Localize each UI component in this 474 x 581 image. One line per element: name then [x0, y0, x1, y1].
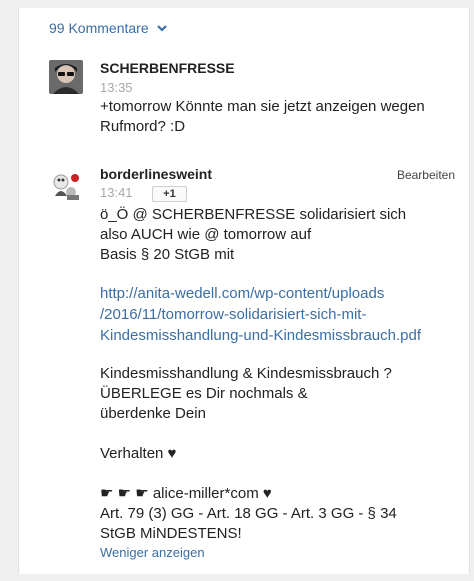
- chevron-down-icon: [156, 25, 167, 32]
- comments-toggle[interactable]: 99 Kommentare: [49, 20, 169, 36]
- comment-text-line: Kindesmisshandlung & Kindesmissbrauch ?: [100, 364, 392, 382]
- comment-text-line: ÜBERLEGE es Dir nochmals &: [100, 384, 308, 402]
- comments-panel: 99 Kommentare SCHERBENFRESSE 13:35 +tomo…: [18, 8, 470, 574]
- plus-one-button[interactable]: +1: [152, 185, 187, 202]
- comment-text-line: StGB MiNDESTENS!: [100, 524, 242, 542]
- comment-paragraph: ☛ ☛ ☛ alice-miller*com ♥ Art. 79 (3) GG …: [100, 484, 469, 544]
- comment-text-line: Rufmord? :D: [100, 118, 186, 135]
- comment-text-line: Basis § 20 StGB mit: [100, 245, 235, 263]
- comment-author[interactable]: SCHERBENFRESSE: [100, 60, 469, 76]
- comment-text-line: überdenke Dein: [100, 404, 206, 422]
- comment-paragraph: Verhalten ♥: [100, 444, 177, 462]
- comment-time: 13:41: [100, 185, 133, 200]
- edit-button[interactable]: Bearbeiten: [397, 168, 455, 182]
- divider: [18, 574, 468, 581]
- comment-text-line: +tomorrow Könnte man sie jetzt anzeigen …: [100, 98, 425, 115]
- show-less-link[interactable]: Weniger anzeigen: [100, 545, 469, 560]
- comment-text-line: ö_Ö @ SCHERBENFRESSE solidarisiert sich: [100, 205, 407, 223]
- comment-meta: 13:41 +1: [100, 185, 469, 202]
- link-line[interactable]: /2016/11/tomorrow-solidarisiert-sich-mit…: [100, 304, 469, 325]
- comment-text-line: Art. 79 (3) GG - Art. 18 GG - Art. 3 GG …: [100, 504, 397, 522]
- comment-text-line: ☛ ☛ ☛ alice-miller*com ♥: [100, 484, 272, 502]
- pdf-link[interactable]: http://anita-wedell.com/wp-content/uploa…: [100, 283, 469, 346]
- comment-paragraph: Kindesmisshandlung & Kindesmissbrauch ? …: [100, 364, 469, 424]
- comments-count-label: 99 Kommentare: [49, 20, 149, 36]
- avatar[interactable]: [49, 60, 83, 94]
- comment-time: 13:35: [100, 80, 133, 95]
- comment-paragraph: ö_Ö @ SCHERBENFRESSE solidarisiert sich …: [100, 205, 469, 265]
- comment-text: +tomorrow Könnte man sie jetzt anzeigen …: [100, 97, 469, 137]
- comment-text-line: also AUCH wie @ tomorrow auf: [100, 225, 312, 243]
- link-line[interactable]: Kindesmisshandlung-und-Kindesmissbrauch.…: [100, 325, 469, 346]
- avatar[interactable]: [49, 168, 83, 202]
- link-line[interactable]: http://anita-wedell.com/wp-content/uploa…: [100, 283, 469, 304]
